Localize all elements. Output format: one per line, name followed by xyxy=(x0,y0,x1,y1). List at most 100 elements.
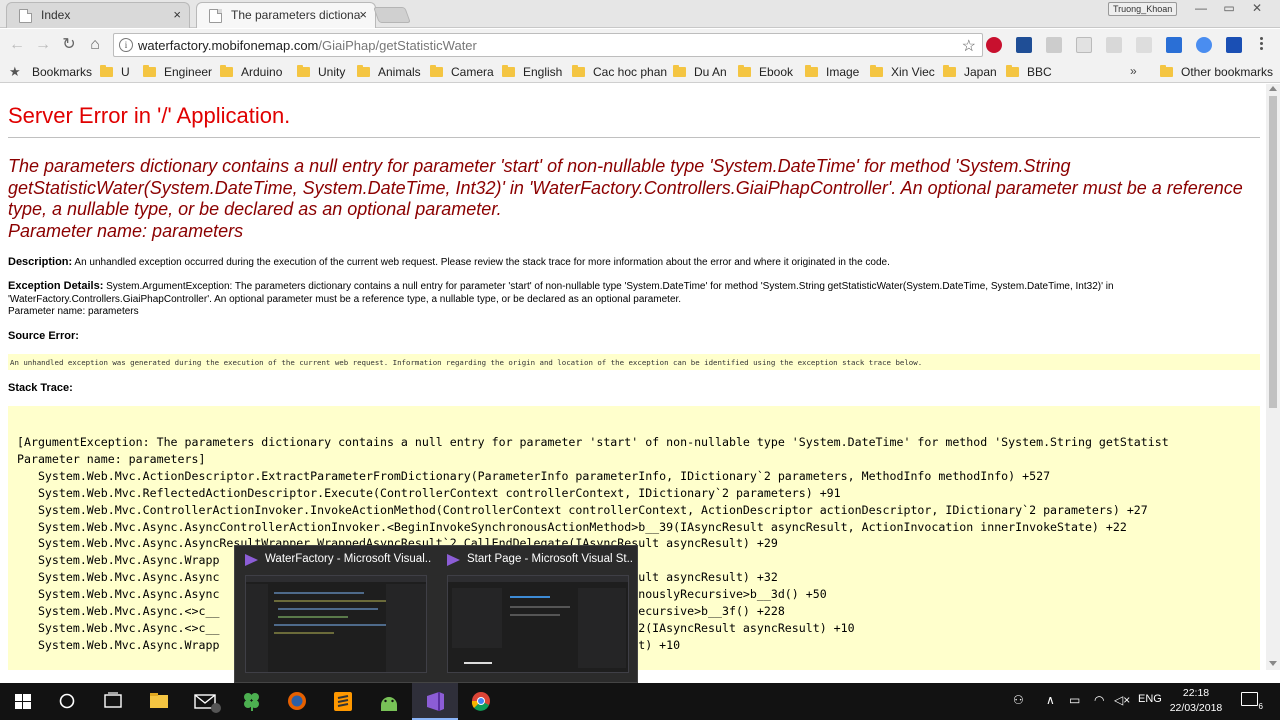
bookmark-folder[interactable]: Engineer xyxy=(143,65,212,79)
close-tab-icon[interactable]: × xyxy=(173,7,181,22)
bookmark-folder[interactable]: Unity xyxy=(297,65,345,79)
source-error-box: An unhandled exception was generated dur… xyxy=(8,354,1260,370)
reload-icon[interactable]: ↻ xyxy=(58,34,80,56)
bookmark-folder[interactable]: Image xyxy=(805,65,859,79)
stack-trace-line: System.Web.Mvc.ControllerActionInvoker.I… xyxy=(17,502,1148,517)
bookmark-folder[interactable]: Ebook xyxy=(738,65,793,79)
bookmark-label: Ebook xyxy=(759,65,794,79)
start-button[interactable] xyxy=(0,683,46,720)
show-hidden-icons[interactable]: ∧ xyxy=(1046,693,1055,707)
volume-icon[interactable]: ◁× xyxy=(1114,693,1130,707)
bookmark-apps[interactable]: Bookmarks xyxy=(32,65,92,79)
home-icon[interactable]: ⌂ xyxy=(84,34,106,56)
bookmark-label: Xin Viec xyxy=(891,65,935,79)
menu-icon[interactable] xyxy=(1260,37,1264,52)
bookmark-folder[interactable]: Animals xyxy=(357,65,421,79)
description-text: An unhandled exception occurred during t… xyxy=(74,257,890,268)
file-explorer-button[interactable] xyxy=(136,683,182,720)
bookmark-star-icon[interactable]: ☆ xyxy=(962,36,976,56)
error-message-text: The parameters dictionary contains a nul… xyxy=(8,156,1243,219)
bookmark-folder[interactable]: Japan xyxy=(943,65,997,79)
language-indicator[interactable]: ENG xyxy=(1138,693,1162,705)
folder-icon xyxy=(943,65,956,77)
windows-logo-icon xyxy=(15,694,31,709)
android-studio-button[interactable] xyxy=(366,683,412,720)
bookmark-label: Arduino xyxy=(241,65,283,79)
tab-title: Index xyxy=(41,8,71,22)
exception-section: Exception Details: System.ArgumentExcept… xyxy=(8,280,1198,319)
bookmark-folder[interactable]: Arduino xyxy=(220,65,282,79)
minimize-button[interactable]: — xyxy=(1188,0,1214,18)
scroll-up-icon[interactable] xyxy=(1269,86,1277,91)
clover-icon xyxy=(244,693,259,711)
extension-icon[interactable] xyxy=(1166,37,1182,53)
more-bookmarks-icon[interactable]: » xyxy=(1130,64,1137,78)
preview-waterfactory[interactable]: WaterFactory - Microsoft Visual... xyxy=(235,546,437,684)
download-extension-icon[interactable] xyxy=(1226,37,1242,53)
bookmark-folder[interactable]: Du An xyxy=(673,65,727,79)
task-view-button[interactable] xyxy=(90,683,136,720)
firefox-button[interactable] xyxy=(274,683,320,720)
new-tab-button[interactable] xyxy=(373,7,411,23)
adblock-extension-icon[interactable] xyxy=(986,37,1002,53)
chrome-button[interactable] xyxy=(458,683,504,720)
extension-icon[interactable] xyxy=(1106,37,1122,53)
address-bar[interactable]: i waterfactory.mobifonemap.com/GiaiPhap/… xyxy=(113,33,983,57)
extension-icon[interactable] xyxy=(1196,37,1212,53)
page-title: Server Error in '/' Application. xyxy=(8,103,291,128)
other-bookmarks[interactable]: Other bookmarks xyxy=(1160,65,1273,79)
preview-start-page[interactable]: Start Page - Microsoft Visual St... xyxy=(437,546,639,684)
wifi-icon[interactable]: ◠ xyxy=(1094,693,1104,707)
bookmark-folder[interactable]: Cac hoc phan xyxy=(572,65,667,79)
bookmark-label: Animals xyxy=(378,65,421,79)
cortana-icon xyxy=(59,693,75,709)
bookmark-folder[interactable]: English xyxy=(502,65,562,79)
page-scrollbar[interactable] xyxy=(1266,84,1280,670)
close-tab-icon[interactable]: × xyxy=(359,7,367,22)
browser-toolbar: ← → ↻ ⌂ i waterfactory.mobifonemap.com/G… xyxy=(0,29,1280,61)
extension-icon[interactable] xyxy=(1136,37,1152,53)
notifications-icon[interactable]: 6 xyxy=(1241,692,1264,711)
sublime-button[interactable] xyxy=(320,683,366,720)
bookmark-label: Unity xyxy=(318,65,346,79)
tab-title: The parameters dictiona xyxy=(231,8,361,22)
maximize-button[interactable]: ▭ xyxy=(1216,0,1242,18)
info-icon[interactable]: i xyxy=(119,38,133,52)
search-button[interactable] xyxy=(44,683,90,720)
bookmark-label: Engineer xyxy=(164,65,213,79)
source-error-heading: Source Error: xyxy=(8,330,1208,344)
folder-icon xyxy=(502,65,515,77)
bookmark-folder[interactable]: Xin Viec xyxy=(870,65,935,79)
exception-label: Exception Details: xyxy=(8,280,104,292)
description-section: Description: An unhandled exception occu… xyxy=(8,256,1208,270)
back-icon[interactable]: ← xyxy=(6,34,28,56)
bookmark-folder[interactable]: Camera xyxy=(430,65,494,79)
page-icon xyxy=(209,9,222,23)
scroll-down-icon[interactable] xyxy=(1269,661,1277,666)
bookmark-label: U xyxy=(121,65,130,79)
forward-icon[interactable]: → xyxy=(32,34,54,56)
app-button[interactable] xyxy=(228,683,274,720)
url-text[interactable]: waterfactory.mobifonemap.com/GiaiPhap/ge… xyxy=(138,38,477,53)
bookmarks-star-icon: ★ xyxy=(9,64,21,79)
bookmark-folder[interactable]: U xyxy=(100,65,130,79)
tab-index[interactable]: Index × xyxy=(6,2,190,28)
close-window-button[interactable]: ✕ xyxy=(1244,0,1270,18)
extension-icon[interactable] xyxy=(1016,37,1032,53)
exception-parameter: Parameter name: parameters xyxy=(8,306,139,317)
profile-button[interactable]: Truong_Khoan xyxy=(1108,2,1178,16)
folder-icon xyxy=(357,65,370,77)
mail-extension-icon[interactable] xyxy=(1046,37,1062,53)
scrollbar-thumb[interactable] xyxy=(1269,96,1277,408)
preview-thumbnail xyxy=(447,575,629,673)
mail-button[interactable] xyxy=(182,683,228,720)
chrome-icon xyxy=(471,692,490,711)
people-icon[interactable]: ⚇ xyxy=(1013,693,1024,707)
visual-studio-button[interactable] xyxy=(412,683,458,720)
battery-icon[interactable]: ▭ xyxy=(1069,693,1080,707)
tab-error-page[interactable]: The parameters dictiona × xyxy=(196,2,376,28)
stack-trace-line: [ArgumentException: The parameters dicti… xyxy=(17,435,1169,449)
bookmark-folder[interactable]: BBC xyxy=(1006,65,1052,79)
clock[interactable]: 22:18 22/03/2018 xyxy=(1168,686,1224,716)
extension-icon[interactable] xyxy=(1076,37,1092,53)
